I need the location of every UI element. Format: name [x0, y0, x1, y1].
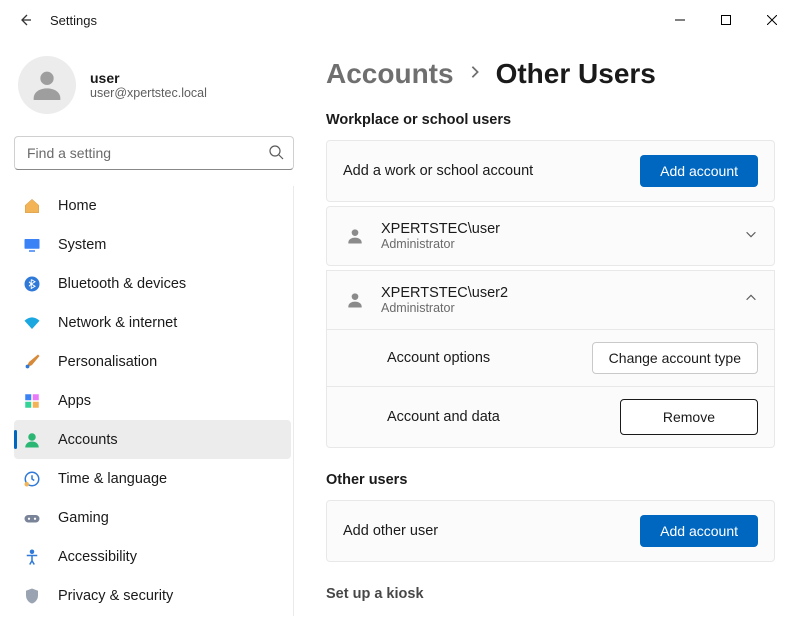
- system-icon: [22, 235, 42, 255]
- sidebar-item-bluetooth[interactable]: Bluetooth & devices: [14, 264, 291, 303]
- close-icon: [767, 15, 777, 25]
- sidebar-item-gaming[interactable]: Gaming: [14, 498, 291, 537]
- remove-account-button[interactable]: Remove: [620, 399, 758, 435]
- person-icon: [27, 65, 67, 105]
- back-arrow-icon: [17, 12, 33, 28]
- workplace-user-name: XPERTSTEC\user: [381, 221, 730, 237]
- titlebar: Settings: [0, 0, 795, 40]
- add-work-account-label: Add a work or school account: [343, 163, 626, 179]
- account-options-label: Account options: [387, 350, 592, 366]
- maximize-icon: [721, 15, 731, 25]
- person-icon: [343, 224, 367, 248]
- workplace-user-role: Administrator: [381, 301, 730, 315]
- person-icon: [343, 288, 367, 312]
- workplace-group: Add a work or school account Add account…: [326, 140, 775, 448]
- sidebar-item-apps[interactable]: Apps: [14, 381, 291, 420]
- other-users-group: Add other user Add account: [326, 500, 775, 562]
- shield-icon: [22, 586, 42, 606]
- add-work-account-row: Add a work or school account Add account: [326, 140, 775, 202]
- sidebar-item-label: Personalisation: [58, 354, 157, 370]
- accounts-icon: [22, 430, 42, 450]
- accessibility-icon: [22, 547, 42, 567]
- add-other-user-row: Add other user Add account: [326, 500, 775, 562]
- main-content: Accounts Other Users Workplace or school…: [298, 40, 795, 624]
- sidebar-item-label: System: [58, 237, 106, 253]
- change-account-type-button[interactable]: Change account type: [592, 342, 758, 374]
- sidebar-item-label: Accessibility: [58, 549, 137, 565]
- chevron-down-icon: [744, 227, 758, 246]
- sidebar: user user@xpertstec.local Home System Bl…: [0, 40, 298, 624]
- bluetooth-icon: [22, 274, 42, 294]
- back-button[interactable]: [10, 5, 40, 35]
- minimize-button[interactable]: [657, 5, 703, 35]
- sidebar-item-time[interactable]: Time & language: [14, 459, 291, 498]
- sidebar-item-system[interactable]: System: [14, 225, 291, 264]
- home-icon: [22, 196, 42, 216]
- nav: Home System Bluetooth & devices Network …: [14, 186, 294, 616]
- chevron-up-icon: [744, 291, 758, 310]
- gaming-icon: [22, 508, 42, 528]
- sidebar-item-label: Accounts: [58, 432, 118, 448]
- sidebar-item-personalisation[interactable]: Personalisation: [14, 342, 291, 381]
- search-input[interactable]: [14, 136, 294, 170]
- profile-block[interactable]: user user@xpertstec.local: [14, 48, 294, 132]
- account-options-row: Account options Change account type: [326, 330, 775, 387]
- sidebar-item-label: Privacy & security: [58, 588, 173, 604]
- minimize-icon: [675, 15, 685, 25]
- add-work-account-button[interactable]: Add account: [640, 155, 758, 187]
- breadcrumb-root[interactable]: Accounts: [326, 58, 454, 90]
- profile-name: user: [90, 70, 207, 86]
- paintbrush-icon: [22, 352, 42, 372]
- search-icon: [268, 144, 284, 165]
- breadcrumb: Accounts Other Users: [326, 58, 775, 90]
- avatar: [18, 56, 76, 114]
- breadcrumb-leaf: Other Users: [496, 58, 656, 90]
- sidebar-item-label: Network & internet: [58, 315, 177, 331]
- close-button[interactable]: [749, 5, 795, 35]
- sidebar-item-home[interactable]: Home: [14, 186, 291, 225]
- sidebar-item-network[interactable]: Network & internet: [14, 303, 291, 342]
- sidebar-item-label: Gaming: [58, 510, 109, 526]
- window-controls: [657, 5, 795, 35]
- chevron-right-icon: [468, 65, 482, 84]
- section-title-kiosk: Set up a kiosk: [326, 586, 775, 602]
- sidebar-item-accessibility[interactable]: Accessibility: [14, 537, 291, 576]
- sidebar-item-privacy[interactable]: Privacy & security: [14, 576, 291, 615]
- workplace-user-row[interactable]: XPERTSTEC\user Administrator: [326, 206, 775, 266]
- maximize-button[interactable]: [703, 5, 749, 35]
- sidebar-item-accounts[interactable]: Accounts: [14, 420, 291, 459]
- sidebar-item-label: Time & language: [58, 471, 167, 487]
- app-title: Settings: [50, 13, 97, 28]
- workplace-user-name: XPERTSTEC\user2: [381, 285, 730, 301]
- section-title-other: Other users: [326, 472, 775, 488]
- add-other-user-button[interactable]: Add account: [640, 515, 758, 547]
- workplace-user-row-expanded[interactable]: XPERTSTEC\user2 Administrator: [326, 270, 775, 330]
- workplace-user-role: Administrator: [381, 237, 730, 251]
- sidebar-item-label: Apps: [58, 393, 91, 409]
- account-data-label: Account and data: [387, 409, 620, 425]
- sidebar-item-label: Bluetooth & devices: [58, 276, 186, 292]
- section-title-workplace: Workplace or school users: [326, 112, 775, 128]
- apps-icon: [22, 391, 42, 411]
- clock-icon: [22, 469, 42, 489]
- profile-email: user@xpertstec.local: [90, 86, 207, 100]
- wifi-icon: [22, 313, 42, 333]
- account-data-row: Account and data Remove: [326, 387, 775, 448]
- sidebar-item-label: Home: [58, 198, 97, 214]
- add-other-user-label: Add other user: [343, 523, 626, 539]
